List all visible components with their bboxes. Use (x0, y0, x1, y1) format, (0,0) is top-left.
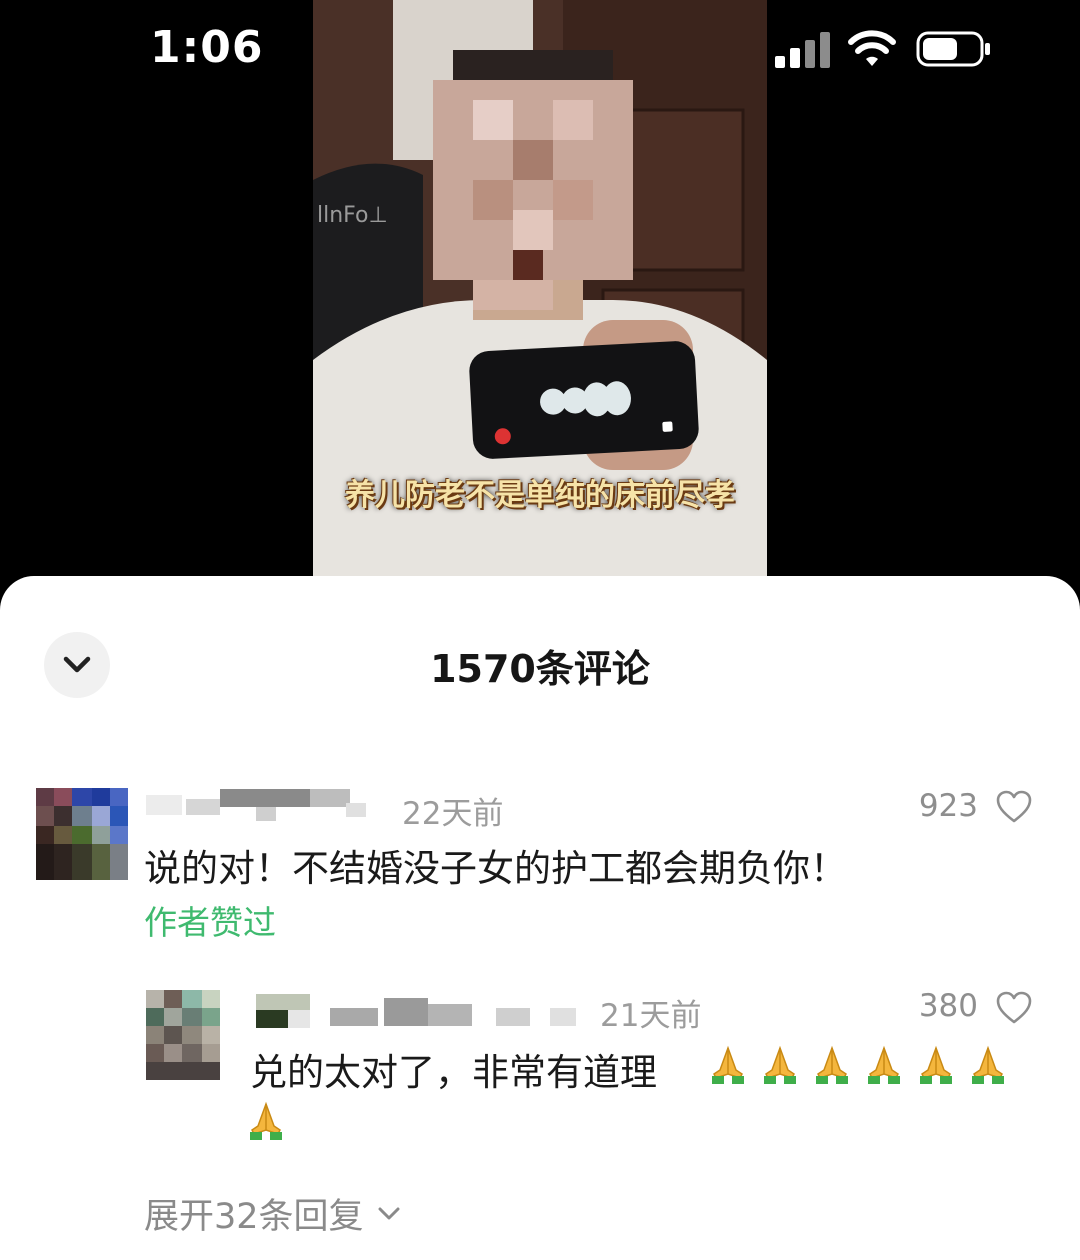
folded-hands-emoji (764, 1045, 796, 1084)
folded-hands-emoji (816, 1045, 848, 1084)
emoji-row (708, 1044, 1008, 1086)
username[interactable] (256, 994, 596, 1028)
like-count: 923 (918, 788, 978, 824)
emoji-row (246, 1100, 286, 1142)
svg-text:llnFo⊥: llnFo⊥ (317, 203, 388, 228)
folded-hands-emoji (250, 1101, 282, 1140)
expand-replies-button[interactable]: 展开32条回复 (144, 1188, 402, 1239)
battery-icon (916, 31, 990, 67)
video-caption: 养儿防老不是单纯的床前尽孝 (345, 478, 735, 513)
reply-text: 兑的太对了，非常有道理 (250, 1051, 657, 1094)
chevron-down-icon (378, 1207, 400, 1219)
heart-icon[interactable] (996, 790, 1032, 824)
folded-hands-emoji (972, 1045, 1004, 1084)
username[interactable] (146, 789, 376, 821)
wifi-icon (848, 30, 896, 66)
like-count: 380 (918, 988, 978, 1024)
signal-icon (775, 32, 830, 68)
comments-count-title: 1570条评论 (430, 647, 650, 691)
folded-hands-emoji (920, 1045, 952, 1084)
avatar[interactable] (36, 788, 128, 880)
status-bar: 1:06 (0, 0, 1080, 100)
heart-icon[interactable] (996, 991, 1032, 1025)
comment-text: 说的对！不结婚没子女的护工都会期负你！ (144, 847, 847, 890)
folded-hands-emoji (868, 1045, 900, 1084)
expand-replies-label: 展开32条回复 (144, 1197, 364, 1237)
comment-sheet: 1570条评论 22天前 923 说的对！不结婚没子女的护工都会期负你！ 作者赞… (0, 576, 1080, 1260)
folded-hands-emoji (712, 1045, 744, 1084)
comment-time: 22天前 (402, 796, 504, 832)
avatar[interactable] (146, 990, 220, 1080)
reply-time: 21天前 (600, 998, 702, 1034)
author-liked-badge: 作者赞过 (144, 903, 276, 942)
status-time: 1:06 (150, 22, 264, 73)
